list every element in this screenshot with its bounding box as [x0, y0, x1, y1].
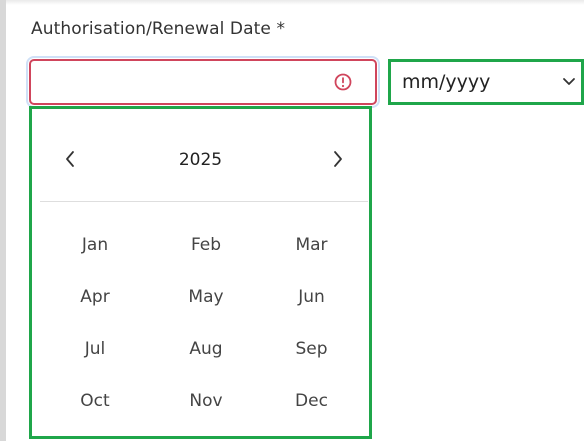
- chevron-right-icon[interactable]: [330, 149, 346, 169]
- left-border: [0, 0, 6, 441]
- month-sep[interactable]: Sep: [254, 323, 369, 375]
- top-shadow: [0, 0, 584, 5]
- month-grid: Jan Feb Mar Apr May Jun Jul Aug Sep Oct …: [32, 219, 369, 427]
- date-format-value: mm/yyyy: [402, 71, 491, 93]
- date-field-label: Authorisation/Renewal Date *: [31, 19, 286, 39]
- chevron-down-icon: [563, 78, 575, 85]
- date-format-select[interactable]: mm/yyyy: [388, 59, 584, 105]
- exclamation-circle-icon: [334, 73, 352, 91]
- date-field-panel: Authorisation/Renewal Date * mm/yyyy 202…: [0, 0, 584, 441]
- month-dec[interactable]: Dec: [254, 375, 369, 427]
- month-jan[interactable]: Jan: [32, 219, 158, 271]
- picker-divider: [40, 201, 368, 202]
- month-feb[interactable]: Feb: [158, 219, 254, 271]
- month-jun[interactable]: Jun: [254, 271, 369, 323]
- picker-year: 2025: [178, 150, 223, 170]
- month-aug[interactable]: Aug: [158, 323, 254, 375]
- date-input[interactable]: [26, 56, 380, 108]
- month-nov[interactable]: Nov: [158, 375, 254, 427]
- month-apr[interactable]: Apr: [32, 271, 158, 323]
- month-mar[interactable]: Mar: [254, 219, 369, 271]
- month-jul[interactable]: Jul: [32, 323, 158, 375]
- month-may[interactable]: May: [158, 271, 254, 323]
- month-picker: 2025 Jan Feb Mar Apr May Jun Jul Aug Sep…: [29, 106, 372, 439]
- month-oct[interactable]: Oct: [32, 375, 158, 427]
